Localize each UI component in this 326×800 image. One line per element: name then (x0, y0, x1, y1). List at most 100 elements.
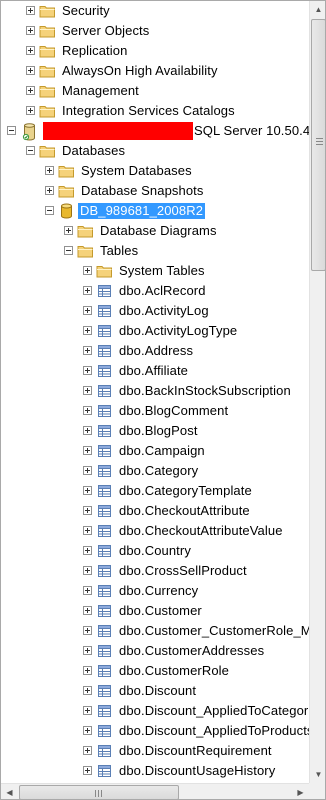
folder-icon (39, 83, 56, 99)
tree-node-database-selected[interactable]: DB_989681_2008R2 (1, 201, 309, 221)
expand-icon[interactable] (83, 726, 92, 735)
table-icon (96, 743, 113, 759)
expand-icon[interactable] (83, 546, 92, 555)
scroll-left-arrow-icon[interactable]: ◀ (1, 784, 18, 799)
tree-node-table[interactable]: dbo.Discount_AppliedToProducts (1, 721, 309, 741)
expand-icon[interactable] (26, 106, 35, 115)
expand-icon[interactable] (83, 286, 92, 295)
collapse-icon[interactable] (64, 246, 73, 255)
expand-icon[interactable] (26, 46, 35, 55)
tree-node-server-folder[interactable]: AlwaysOn High Availability (1, 61, 309, 81)
tree-node-table[interactable]: dbo.BackInStockSubscription (1, 381, 309, 401)
expand-icon[interactable] (83, 626, 92, 635)
tree-node-table[interactable]: dbo.Discount (1, 681, 309, 701)
scroll-right-arrow-icon[interactable]: ▶ (292, 784, 309, 799)
tree-node-table[interactable]: dbo.CustomerRole (1, 661, 309, 681)
expand-icon[interactable] (83, 326, 92, 335)
tree-node-table[interactable]: dbo.Discount_AppliedToCategor (1, 701, 309, 721)
expand-icon[interactable] (83, 766, 92, 775)
expand-icon[interactable] (83, 306, 92, 315)
expand-icon[interactable] (83, 486, 92, 495)
tree-node-table[interactable]: dbo.CrossSellProduct (1, 561, 309, 581)
tree-node-database-folder[interactable]: Database Snapshots (1, 181, 309, 201)
scroll-down-arrow-icon[interactable]: ▼ (310, 766, 325, 783)
expand-icon[interactable] (83, 386, 92, 395)
vertical-scroll-thumb[interactable] (311, 19, 325, 271)
tree-node-server-folder[interactable]: Integration Services Catalogs (1, 101, 309, 121)
expand-icon[interactable] (26, 26, 35, 35)
horizontal-scroll-thumb[interactable] (19, 785, 179, 799)
tree-node-table[interactable]: dbo.Category (1, 461, 309, 481)
expand-icon[interactable] (26, 86, 35, 95)
expand-icon[interactable] (83, 566, 92, 575)
grip-line (316, 144, 323, 145)
tree-node-tables[interactable]: Tables (1, 241, 309, 261)
tree-node-table[interactable]: dbo.Currency (1, 581, 309, 601)
expand-icon[interactable] (83, 706, 92, 715)
tree-node-database-diagrams[interactable]: Database Diagrams (1, 221, 309, 241)
expand-icon[interactable] (83, 526, 92, 535)
table-icon (96, 363, 113, 379)
tree-node-table[interactable]: dbo.Affiliate (1, 361, 309, 381)
expand-icon[interactable] (83, 406, 92, 415)
expand-icon[interactable] (83, 586, 92, 595)
expand-icon[interactable] (83, 466, 92, 475)
tree-node-database-folder[interactable]: System Databases (1, 161, 309, 181)
tree-node-table[interactable]: dbo.BlogComment (1, 401, 309, 421)
expand-icon[interactable] (64, 226, 73, 235)
tree-node-table[interactable]: dbo.CheckoutAttributeValue (1, 521, 309, 541)
tree-node-table[interactable]: dbo.CheckoutAttribute (1, 501, 309, 521)
table-icon (96, 523, 113, 539)
tree-node-server-folder[interactable]: Management (1, 81, 309, 101)
tree-node-table[interactable]: dbo.CategoryTemplate (1, 481, 309, 501)
grip-line (316, 141, 323, 142)
tree-node-server-folder[interactable]: Replication (1, 41, 309, 61)
expand-icon[interactable] (83, 606, 92, 615)
vertical-scrollbar[interactable]: ▲ ▼ (309, 1, 325, 783)
tree-node-label: Database Snapshots (81, 183, 204, 198)
expand-icon[interactable] (83, 426, 92, 435)
expand-icon[interactable] (26, 66, 35, 75)
expand-icon[interactable] (83, 666, 92, 675)
scroll-up-arrow-icon[interactable]: ▲ (310, 1, 325, 18)
tree-node-table[interactable]: dbo.Customer (1, 601, 309, 621)
tree-node-table[interactable]: dbo.ActivityLogType (1, 321, 309, 341)
table-label: dbo.Currency (119, 583, 199, 598)
horizontal-scrollbar[interactable]: ◀ ▶ (1, 783, 309, 799)
tree-node-table[interactable]: dbo.BlogPost (1, 421, 309, 441)
expand-icon[interactable] (83, 646, 92, 655)
database-icon (58, 203, 75, 219)
folder-icon (77, 223, 94, 239)
tree-node-table[interactable]: dbo.Country (1, 541, 309, 561)
expand-icon[interactable] (45, 166, 54, 175)
expand-icon[interactable] (45, 186, 54, 195)
tree-node-table[interactable]: dbo.Campaign (1, 441, 309, 461)
expand-icon[interactable] (83, 686, 92, 695)
expand-icon[interactable] (83, 506, 92, 515)
table-icon (96, 583, 113, 599)
expand-icon[interactable] (83, 366, 92, 375)
collapse-icon[interactable] (7, 126, 16, 135)
tree-node-table[interactable]: dbo.DiscountUsageHistory (1, 761, 309, 781)
table-label: dbo.Affiliate (119, 363, 188, 378)
expand-icon[interactable] (83, 266, 92, 275)
collapse-icon[interactable] (26, 146, 35, 155)
collapse-icon[interactable] (45, 206, 54, 215)
tree-node-table[interactable]: dbo.AclRecord (1, 281, 309, 301)
expand-icon[interactable] (83, 746, 92, 755)
tree-node-table[interactable]: dbo.ActivityLog (1, 301, 309, 321)
tree-node-table[interactable]: dbo.CustomerAddresses (1, 641, 309, 661)
tree-node-server[interactable]: SQL Server 10.50.40 (1, 121, 309, 141)
tree-node-server-folder[interactable]: Server Objects (1, 21, 309, 41)
expand-icon[interactable] (83, 446, 92, 455)
table-icon (96, 723, 113, 739)
tree-node-system-tables[interactable]: System Tables (1, 261, 309, 281)
table-label: dbo.Discount_AppliedToCategor (119, 703, 309, 718)
tree-node-table[interactable]: dbo.DiscountRequirement (1, 741, 309, 761)
expand-icon[interactable] (83, 346, 92, 355)
tree-node-table[interactable]: dbo.Address (1, 341, 309, 361)
tree-node-databases[interactable]: Databases (1, 141, 309, 161)
expand-icon[interactable] (26, 6, 35, 15)
tree-node-table[interactable]: dbo.Customer_CustomerRole_Ma (1, 621, 309, 641)
tree-node-server-folder[interactable]: Security (1, 1, 309, 21)
